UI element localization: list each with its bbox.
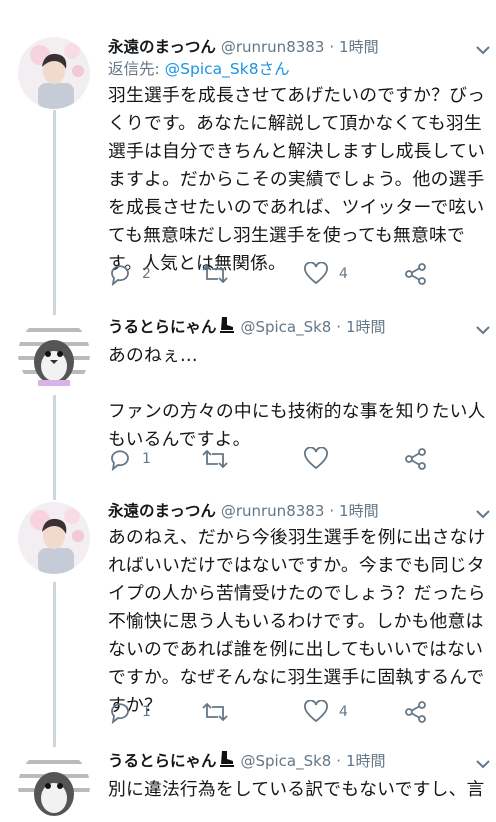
share-icon [404, 447, 428, 471]
avatar[interactable] [18, 750, 90, 822]
chevron-down-icon[interactable] [476, 754, 490, 773]
avatar[interactable] [18, 318, 90, 390]
heart-icon [303, 447, 329, 471]
reply-context: 返信先: @Spica_Sk8さん [108, 58, 486, 80]
share-button[interactable] [404, 447, 428, 471]
like-button[interactable]: 4 [303, 262, 348, 286]
retweet-icon [201, 447, 229, 471]
avatar[interactable] [18, 502, 90, 574]
heart-icon [303, 700, 329, 724]
separator-dot: · [329, 38, 335, 56]
reply-button[interactable]: 2 [108, 262, 151, 286]
share-icon [404, 262, 428, 286]
reply-prefix: 返信先: [108, 60, 165, 78]
separator-dot: · [329, 502, 335, 520]
display-name[interactable]: うるとらにゃん [108, 752, 217, 770]
tweet[interactable]: 永遠のまっつん @runrun8383 · 1時間 あのねえ、だから今後羽生選手… [0, 500, 496, 740]
share-icon [404, 700, 428, 724]
tweet-text: あのねえ、だから今後羽生選手を例に出さなければいいだけではないですか。今までも同… [108, 527, 486, 716]
user-handle[interactable]: @Spica_Sk8 [240, 318, 331, 336]
tweet[interactable]: うるとらにゃん @Spica_Sk8 · 1時間 別に違法行為をしている訳でもな… [0, 740, 496, 822]
timestamp[interactable]: 1時間 [339, 38, 379, 56]
display-name[interactable]: 永遠のまっつん [108, 502, 216, 520]
chevron-down-icon[interactable] [476, 40, 490, 59]
ice-skate-icon [218, 316, 236, 340]
timestamp[interactable]: 1時間 [339, 502, 379, 520]
timestamp[interactable]: 1時間 [346, 318, 386, 336]
share-button[interactable] [404, 262, 428, 286]
reply-icon [108, 262, 132, 286]
user-handle[interactable]: @Spica_Sk8 [240, 752, 331, 770]
heart-icon [303, 262, 329, 286]
like-button[interactable]: 4 [303, 700, 348, 724]
display-name[interactable]: うるとらにゃん [108, 318, 217, 336]
user-handle[interactable]: @runrun8383 [221, 502, 325, 520]
separator-dot: · [336, 318, 342, 336]
share-button[interactable] [404, 700, 428, 724]
reply-count: 1 [142, 451, 151, 467]
retweet-button[interactable] [201, 447, 239, 471]
reply-button[interactable]: 1 [108, 447, 151, 471]
retweet-button[interactable] [201, 700, 239, 724]
tweet[interactable]: 永遠のまっつん @runrun8383 · 1時間 返信先: @Spica_Sk… [0, 0, 496, 310]
tweet[interactable]: うるとらにゃん @Spica_Sk8 · 1時間 あのねぇ… ファンの方々の中に… [0, 310, 496, 500]
display-name[interactable]: 永遠のまっつん [108, 38, 216, 56]
like-count: 4 [339, 704, 348, 720]
user-handle[interactable]: @runrun8383 [221, 38, 325, 56]
chevron-down-icon[interactable] [476, 320, 490, 339]
retweet-icon [201, 262, 229, 286]
reply-count: 2 [142, 266, 151, 282]
like-count: 4 [339, 266, 348, 282]
ice-skate-icon [218, 750, 236, 774]
reply-to-link[interactable]: @Spica_Sk8さん [165, 60, 290, 78]
tweet-text: 羽生選手を成長させてあげたいのですか？びっくりです。あなたに解説して頂かなくても… [108, 85, 486, 274]
avatar[interactable] [18, 37, 90, 109]
tweet-text: あのねぇ… ファンの方々の中にも技術的な事を知りたい人もいるんですよ。 [108, 345, 486, 450]
reply-icon [108, 447, 132, 471]
reply-count: 1 [142, 704, 151, 720]
retweet-button[interactable] [201, 262, 239, 286]
like-button[interactable] [303, 447, 339, 471]
reply-icon [108, 700, 132, 724]
separator-dot: · [336, 752, 342, 770]
retweet-icon [201, 700, 229, 724]
timestamp[interactable]: 1時間 [346, 752, 386, 770]
reply-button[interactable]: 1 [108, 700, 151, 724]
chevron-down-icon[interactable] [476, 504, 490, 523]
